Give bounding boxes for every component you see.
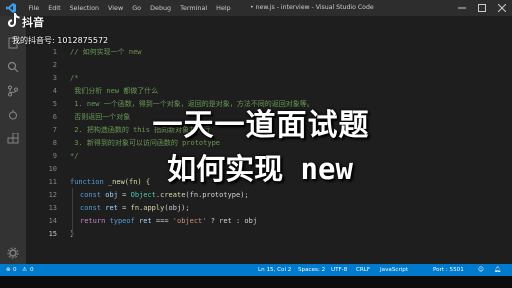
line-number: 1 [52,48,57,56]
keyword-return: return [80,217,106,225]
line-number: 4 [52,87,57,95]
code-line-14: return typeof ret === 'object' ? ret : o… [80,217,257,226]
operator: = [117,191,131,199]
warning-icon[interactable]: ⚠ [22,264,27,276]
cursor-position[interactable]: Ln 15, Col 2 [258,264,291,276]
menu-help[interactable]: Help [212,0,236,16]
maximize-icon[interactable] [478,4,486,12]
ternary-expression: ? ret : obj [206,217,258,225]
minimize-icon[interactable] [458,4,466,12]
code-line-1: // 如何实现一个 new [70,48,142,56]
feedback-icon[interactable]: ☺ [478,264,484,276]
keyword-const: const [80,191,102,199]
class-object: Object [130,191,156,199]
menu-go[interactable]: Go [128,0,146,16]
menu-terminal[interactable]: Terminal [176,0,212,16]
variable-ret: ret [105,204,118,212]
indent-guide [72,188,73,236]
vscode-icon [6,3,16,13]
call-args: (fn.prototype); [185,191,249,199]
line-number: 2 [52,61,57,69]
keyword-typeof: typeof [109,217,135,225]
string-object: 'object' [172,217,207,225]
line-number: 3 [52,74,57,82]
menu-bar: File Edit Selection View Go Debug Termin… [24,0,235,16]
line-number-active: 15 [48,230,57,238]
live-server-port[interactable]: Port : 5501 [433,264,464,276]
code-line-9: */ [70,152,79,160]
title-bar: File Edit Selection View Go Debug Termin… [0,0,512,16]
indentation[interactable]: Spaces: 2 [298,264,325,276]
menu-view[interactable]: View [104,0,128,16]
menu-edit[interactable]: Edit [44,0,65,16]
language-mode[interactable]: JavaScript [380,264,408,276]
bell-icon[interactable]: 🔔︎ [494,264,501,276]
warning-count[interactable]: 0 [30,264,34,276]
close-icon[interactable] [497,3,507,13]
source-control-icon[interactable] [7,82,19,97]
code-line-3: /* [70,74,79,82]
code-line-4: 我们分析 new 都做了什么 [70,87,159,95]
keyword-const: const [80,204,102,212]
keyword-function: function [70,178,104,186]
douyin-logo-text: 抖音 [22,15,44,29]
line-number: 11 [48,178,57,186]
line-number: 6 [52,113,57,121]
method-apply: fn.apply [130,204,165,212]
encoding[interactable]: UTF-8 [331,264,347,276]
overlay-subtitle: 如何实现 new [167,152,353,186]
code-line-12: const obj = Object.create(fn.prototype); [80,191,249,200]
operator: = [117,204,131,212]
douyin-logo: 抖音 [8,13,44,30]
activity-bar [0,16,26,264]
line-number: 8 [52,139,57,147]
window-controls [458,0,507,16]
line-number: 9 [52,152,57,160]
error-count[interactable]: 0 [13,264,17,276]
window-title-text: • new.js - interview - Visual Studio Cod… [250,4,374,11]
variable-ret: ret [139,217,152,225]
line-ending[interactable]: CRLF [356,264,370,276]
line-number: 10 [48,165,57,173]
extensions-icon[interactable] [7,130,19,144]
line-number: 13 [48,204,57,212]
menu-debug[interactable]: Debug [146,0,176,16]
window-title: • new.js - interview - Visual Studio Cod… [250,0,374,16]
line-number: 12 [48,191,57,199]
search-icon[interactable] [7,58,19,73]
status-bar-region: ⊗ 0 ⚠ 0 Ln 15, Col 2 Spaces: 2 UTF-8 CRL… [0,264,512,288]
douyin-account-id: 我的抖音号: 1012875572 [12,36,109,45]
menu-selection[interactable]: Selection [65,0,103,16]
tiktok-note-icon [8,13,20,30]
code-line-13: const ret = fn.apply(obj); [80,204,190,213]
variable-obj: obj [105,191,118,199]
line-number: 7 [52,126,57,134]
status-bar: ⊗ 0 ⚠ 0 Ln 15, Col 2 Spaces: 2 UTF-8 CRL… [0,264,512,276]
error-icon[interactable]: ⊗ [6,264,11,276]
line-number: 5 [52,100,57,108]
line-number: 14 [48,217,57,225]
settings-gear-icon[interactable] [7,244,19,259]
method-create: .create [155,191,186,199]
line-number-gutter: 1 2 3 4 5 6 7 8 9 10 11 12 13 14 15 [26,16,66,264]
operator: === [151,217,173,225]
debug-icon[interactable] [7,106,19,120]
overlay-title: 一天一道面试题 [152,108,370,143]
call-args: (obj); [164,204,190,212]
